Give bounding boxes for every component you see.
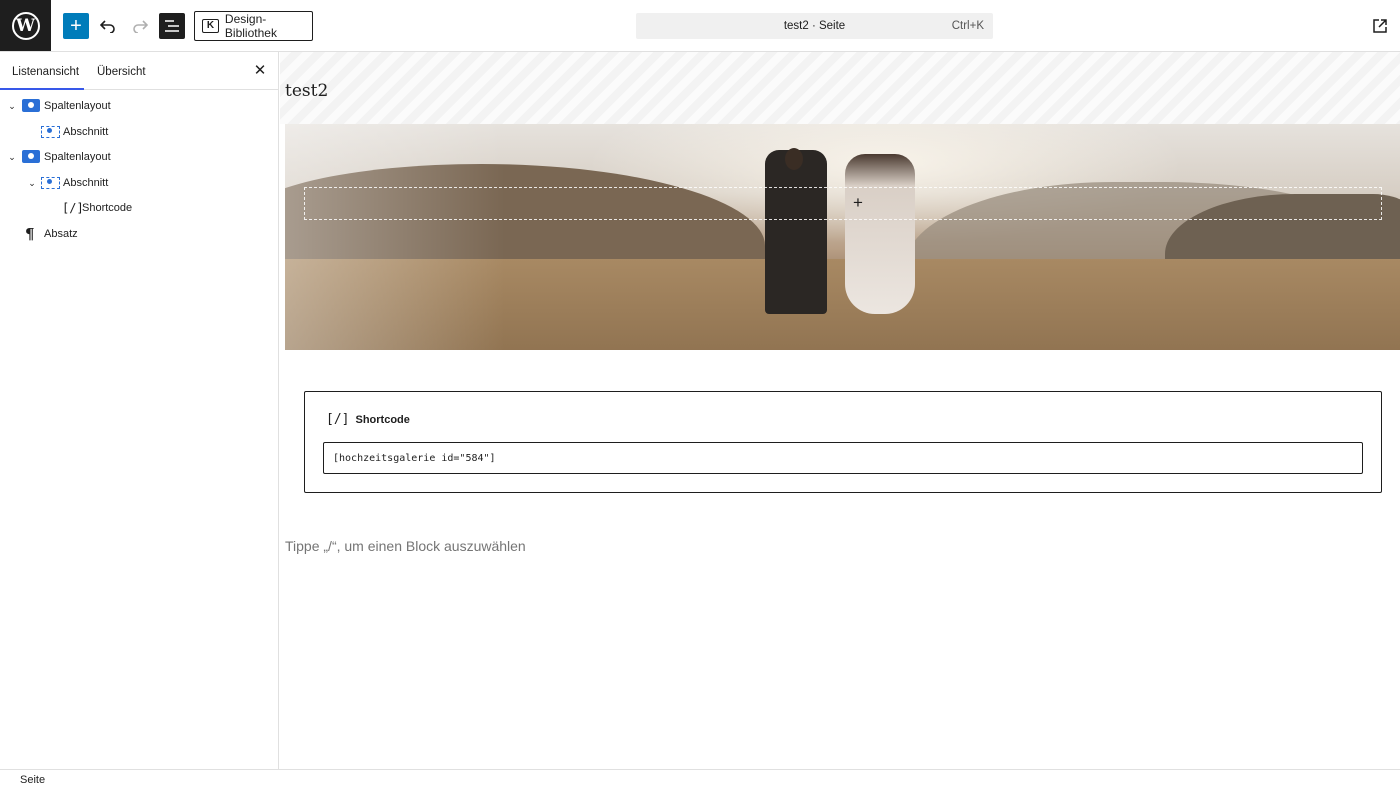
- wordpress-icon: W: [11, 11, 40, 40]
- tab-overview[interactable]: Übersicht: [97, 52, 146, 90]
- sidebar-tabs: Listenansicht Übersicht ✕: [0, 52, 278, 90]
- list-item-label: Absatz: [44, 227, 78, 240]
- shortcode-block[interactable]: [/] Shortcode [hochzeitsgalerie id="584"…: [304, 391, 1382, 493]
- list-item-label: Shortcode: [82, 201, 133, 214]
- undo-button[interactable]: [95, 13, 121, 39]
- design-library-button[interactable]: K Design-Bibliothek: [194, 11, 313, 41]
- editor-canvas: test2 + [/] Shortcode [hochzeitsgalerie …: [280, 52, 1400, 769]
- list-view-sidebar: Listenansicht Übersicht ✕ ⌄ Spaltenlayou…: [0, 52, 279, 769]
- hero-image-cover-block[interactable]: +: [285, 124, 1400, 350]
- list-item-label: Spaltenlayout: [44, 150, 111, 163]
- add-block-button[interactable]: +: [63, 13, 89, 39]
- chevron-down-icon[interactable]: ⌄: [7, 152, 17, 162]
- list-item[interactable]: ⌄ Spaltenlayout: [0, 93, 279, 118]
- list-item-label: Abschnitt: [63, 176, 109, 189]
- undo-icon: [100, 20, 115, 33]
- page-title[interactable]: test2: [285, 81, 328, 101]
- shortcode-icon: [/]: [62, 200, 84, 215]
- chevron-down-icon[interactable]: ⌄: [27, 178, 37, 188]
- plus-icon[interactable]: +: [853, 193, 863, 213]
- shortcode-icon: [/]: [326, 412, 350, 427]
- list-item-label: Abschnitt: [63, 125, 109, 138]
- plus-icon: +: [70, 15, 82, 37]
- hero-bride-figure: [845, 154, 915, 314]
- shortcode-block-label: Shortcode: [355, 413, 410, 426]
- list-item[interactable]: ¶ Absatz: [0, 221, 279, 246]
- document-bar[interactable]: test2 · Seite Ctrl+K: [636, 13, 993, 39]
- external-link-icon: [1373, 19, 1387, 33]
- paragraph-icon: ¶: [25, 224, 35, 243]
- breadcrumb[interactable]: Seite: [20, 774, 45, 786]
- list-view-icon: [165, 20, 179, 32]
- command-shortcut: Ctrl+K: [951, 20, 984, 32]
- wordpress-logo-button[interactable]: W: [0, 0, 51, 51]
- document-title: test2 · Seite: [783, 20, 846, 32]
- view-page-button[interactable]: [1367, 13, 1393, 39]
- list-view-toggle-button[interactable]: [159, 13, 185, 39]
- shortcode-input[interactable]: [hochzeitsgalerie id="584"]: [323, 442, 1363, 474]
- section-icon: [41, 176, 60, 189]
- shortcode-block-header: [/] Shortcode: [326, 412, 410, 427]
- title-area: test2: [280, 52, 1400, 124]
- close-icon: ✕: [253, 62, 267, 79]
- tab-list-view[interactable]: Listenansicht: [0, 52, 84, 90]
- list-item[interactable]: Abschnitt: [0, 119, 279, 144]
- section-icon: [41, 125, 60, 138]
- hero-haze: [285, 124, 505, 350]
- columns-icon: [22, 150, 40, 163]
- redo-button[interactable]: [127, 13, 153, 39]
- list-item[interactable]: ⌄ Abschnitt: [0, 170, 279, 195]
- chevron-down-icon[interactable]: ⌄: [7, 101, 17, 111]
- design-library-icon: K: [202, 19, 219, 33]
- paragraph-placeholder[interactable]: Tippe „/“, um einen Block auszuwählen: [285, 538, 526, 554]
- redo-icon: [133, 20, 148, 33]
- list-item[interactable]: ⌄ Spaltenlayout: [0, 144, 279, 169]
- list-item[interactable]: [/] Shortcode: [0, 195, 279, 220]
- list-item-label: Spaltenlayout: [44, 99, 111, 112]
- hero-groom-figure: [765, 148, 827, 314]
- columns-icon: [22, 99, 40, 112]
- block-drop-zone[interactable]: +: [304, 187, 1382, 220]
- editor-top-toolbar: W + K Design-Bibliothek test2 · Seite Ct…: [0, 0, 1400, 52]
- design-library-label: Design-Bibliothek: [224, 12, 277, 40]
- close-sidebar-button[interactable]: ✕: [252, 63, 268, 79]
- block-breadcrumb-bar: Seite: [0, 769, 1400, 788]
